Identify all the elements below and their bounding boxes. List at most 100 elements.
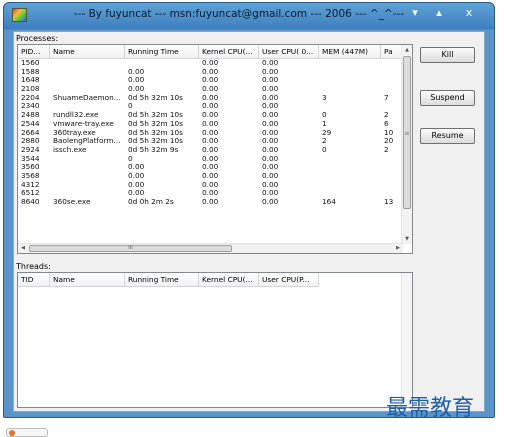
taskbar-app-icon[interactable] bbox=[6, 428, 48, 437]
process-cell: 0d 5h 32m 10s bbox=[128, 137, 183, 146]
process-hscroll[interactable]: ◀ III ▶ bbox=[18, 243, 403, 253]
process-column-header-2[interactable]: Running Time bbox=[125, 45, 199, 58]
process-vscroll[interactable]: ▲ ≡ ▼ bbox=[401, 45, 412, 244]
process-cell: 0.00 bbox=[262, 76, 279, 85]
process-vscroll-thumb[interactable]: ≡ bbox=[403, 56, 411, 209]
process-cell: 0.00 bbox=[262, 111, 279, 120]
process-cell: 2544 bbox=[21, 119, 40, 128]
process-cell bbox=[50, 76, 125, 85]
process-list[interactable]: PID... Name Running Time Kernel CPU(... User… bbox=[17, 44, 413, 254]
suspend-button[interactable]: Suspend bbox=[420, 90, 475, 106]
process-column-header-5[interactable]: MEM (447M) bbox=[319, 45, 381, 58]
maximize-icon[interactable]: ▴ bbox=[428, 5, 450, 21]
process-cell: 0.00 bbox=[262, 59, 279, 67]
process-cell: 1560 bbox=[21, 59, 40, 67]
process-row[interactable]: 8640 360se.exe 0d 0h 2m 2s 0.00 0.00 164 13 bbox=[18, 198, 404, 207]
process-cell: 0.00 bbox=[202, 145, 219, 154]
process-cell: 2924 bbox=[21, 145, 40, 154]
process-cell: 8640 bbox=[21, 198, 40, 206]
process-row[interactable]: 1648 0.00 0.00 0.00 bbox=[18, 76, 404, 85]
app-icon[interactable] bbox=[12, 8, 27, 22]
process-cell: 0d 0h 2m 2s bbox=[128, 198, 174, 206]
thread-list[interactable]: TID Name Running Time Kernel CPU(... User CP… bbox=[17, 272, 413, 408]
process-row[interactable]: 6512 0.00 0.00 0.00 bbox=[18, 189, 404, 198]
process-row[interactable]: 2108 0.00 0.00 0.00 bbox=[18, 85, 404, 94]
title-bar[interactable]: --- By fuyuncat --- msn:fuyuncat@gmail.c… bbox=[4, 3, 494, 27]
process-cell: 3560 bbox=[21, 163, 40, 172]
process-cell: 1 bbox=[322, 119, 327, 128]
thread-column-header-0[interactable]: TID bbox=[18, 273, 50, 286]
process-cell: 0.00 bbox=[128, 189, 145, 198]
process-cell: 3 bbox=[322, 93, 327, 102]
thread-column-header-2[interactable]: Running Time bbox=[125, 273, 199, 286]
resume-button[interactable]: Resume bbox=[420, 128, 475, 144]
process-row[interactable]: 2924 issch.exe 0d 5h 32m 9s 0.00 0.00 0 2 bbox=[18, 146, 404, 155]
process-cell: 0.00 bbox=[202, 93, 219, 102]
process-cell: 0.00 bbox=[202, 67, 219, 76]
process-column-header-1[interactable]: Name bbox=[50, 45, 125, 58]
process-cell: 1588 bbox=[21, 67, 40, 76]
process-row[interactable]: 2880 BaolengPlatform... 0d 5h 32m 10s 0.00 0… bbox=[18, 137, 404, 146]
process-cell: 0.00 bbox=[202, 198, 219, 206]
process-cell: 0 bbox=[128, 102, 133, 111]
scroll-left-icon[interactable]: ◀ bbox=[18, 244, 28, 253]
process-cell: 2488 bbox=[21, 111, 40, 120]
process-row[interactable]: 2488 rundll32.exe 0d 5h 32m 10s 0.00 0.00 0 2 bbox=[18, 111, 404, 120]
process-cell: 0.00 bbox=[202, 59, 219, 67]
process-cell: 0.00 bbox=[262, 145, 279, 154]
process-row[interactable]: 2340 0 0.00 0.00 bbox=[18, 102, 404, 111]
process-row[interactable]: 1588 0.00 0.00 0.00 bbox=[18, 68, 404, 77]
minimize-icon[interactable]: ▾ bbox=[404, 5, 426, 21]
process-cell: 0.00 bbox=[202, 111, 219, 120]
process-column-header-3[interactable]: Kernel CPU(... bbox=[199, 45, 259, 58]
process-hscroll-thumb[interactable]: III bbox=[29, 245, 232, 252]
process-cell: 164 bbox=[322, 198, 336, 206]
process-cell: 0.00 bbox=[262, 180, 279, 189]
process-cell: 0.00 bbox=[202, 85, 219, 94]
process-row[interactable]: 3568 0.00 0.00 0.00 bbox=[18, 172, 404, 181]
process-cell: 0.00 bbox=[202, 76, 219, 85]
process-row[interactable]: 2544 vmware-tray.exe 0d 5h 32m 10s 0.00 0.00… bbox=[18, 120, 404, 129]
process-cell: 0.00 bbox=[128, 163, 145, 172]
process-row[interactable]: 3544 0 0.00 0.00 bbox=[18, 155, 404, 164]
process-column-header-0[interactable]: PID... bbox=[18, 45, 50, 58]
process-cell: 2880 bbox=[21, 137, 40, 146]
process-cell: 0.00 bbox=[202, 154, 219, 163]
thread-column-header-4[interactable]: User CPU(P... bbox=[259, 273, 319, 286]
process-cell: 3544 bbox=[21, 154, 40, 163]
process-list-header: PID... Name Running Time Kernel CPU(... User… bbox=[18, 45, 404, 59]
process-cell bbox=[319, 155, 381, 164]
process-cell bbox=[50, 155, 125, 164]
process-row[interactable]: 2664 360tray.exe 0d 5h 32m 10s 0.00 0.00 29 10 bbox=[18, 129, 404, 138]
process-cell: 3568 bbox=[21, 171, 40, 180]
process-cell: 0.00 bbox=[128, 171, 145, 180]
process-cell bbox=[50, 59, 125, 68]
process-row[interactable]: 1560 0.00 0.00 bbox=[18, 59, 404, 68]
process-cell bbox=[50, 181, 125, 190]
close-icon[interactable]: x bbox=[458, 5, 480, 21]
thread-column-header-3[interactable]: Kernel CPU(... bbox=[199, 273, 259, 286]
scroll-up-icon[interactable]: ▲ bbox=[402, 45, 412, 55]
process-cell bbox=[50, 68, 125, 77]
process-cell bbox=[319, 163, 381, 172]
process-cell: 0.00 bbox=[262, 119, 279, 128]
scroll-down-icon[interactable]: ▼ bbox=[402, 234, 412, 244]
process-cell: 0.00 bbox=[262, 163, 279, 172]
process-column-header-4[interactable]: User CPU( 0... bbox=[259, 45, 319, 58]
process-cell bbox=[319, 102, 381, 111]
process-cell: 0d 5h 32m 9s bbox=[128, 145, 179, 154]
process-row[interactable]: 2204 ShuameDaemon... 0d 5h 32m 10s 0.00 0.00… bbox=[18, 94, 404, 103]
kill-button[interactable]: Kill bbox=[420, 47, 475, 63]
thread-vscroll[interactable] bbox=[401, 273, 412, 407]
process-cell: 0d 5h 32m 10s bbox=[128, 93, 183, 102]
process-row[interactable]: 4312 0.00 0.00 0.00 bbox=[18, 181, 404, 190]
process-row[interactable]: 3560 0.00 0.00 0.00 bbox=[18, 163, 404, 172]
process-cell bbox=[50, 172, 125, 181]
process-cell: 6512 bbox=[21, 189, 40, 198]
scroll-right-icon[interactable]: ▶ bbox=[393, 244, 403, 253]
process-cell: 0.00 bbox=[262, 198, 279, 206]
thread-column-header-1[interactable]: Name bbox=[50, 273, 125, 286]
process-cell: 2 bbox=[322, 137, 327, 146]
process-cell: ShuameDaemon... bbox=[53, 93, 121, 102]
process-cell: 2340 bbox=[21, 102, 40, 111]
